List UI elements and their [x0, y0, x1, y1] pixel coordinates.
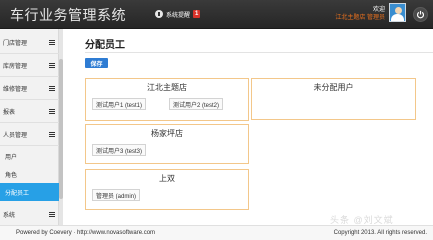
hamburger-icon: [49, 211, 55, 217]
welcome-block: 欢迎 江北主题店 管理员: [335, 6, 385, 22]
sidebar-subitem-roles[interactable]: 角色: [0, 165, 59, 183]
sidebar-item-repair[interactable]: 维修管理: [0, 78, 59, 100]
sidebar-subitem-label: 用户: [5, 154, 18, 161]
group-name: 未分配用户: [313, 83, 354, 92]
current-user[interactable]: 江北主题店 管理员: [335, 14, 385, 22]
sidebar-item-warehouse[interactable]: 库房管理: [0, 55, 59, 77]
info-icon: [155, 10, 163, 18]
welcome-text: 欢迎: [372, 7, 385, 13]
group-unassigned[interactable]: 未分配用户: [251, 78, 416, 120]
hamburger-icon: [49, 109, 55, 114]
sidebar: 门店管理 库房管理 维修管理 报表 人员管理 用户 角色 分配员工 系统: [0, 29, 59, 225]
hamburger-icon: [49, 63, 55, 68]
notify-count-badge: 1: [193, 10, 201, 18]
sidebar-item-label: 人员管理: [3, 133, 28, 139]
sidebar-item-personnel[interactable]: 人员管理: [0, 124, 59, 146]
member-chip[interactable]: 测试用户2 (test2): [169, 98, 224, 110]
member-chip[interactable]: 管理员 (admin): [92, 189, 141, 201]
sidebar-subitem-assign-staff[interactable]: 分配员工: [0, 183, 59, 201]
member-chip[interactable]: 测试用户1 (test1): [92, 98, 147, 110]
footer-powered-by: Powered by Coevery · http://www.novasoft…: [16, 230, 156, 236]
group-jiangbei[interactable]: 江北主题店 测试用户1 (test1) 测试用户2 (test2): [85, 78, 249, 121]
sidebar-scrollbar[interactable]: [59, 29, 63, 225]
sidebar-item-label: 门店管理: [3, 41, 28, 47]
group-yangjiaping[interactable]: 杨家坪店 测试用户3 (test3): [85, 124, 249, 164]
page-title: 分配员工: [85, 40, 125, 51]
sidebar-item-reports[interactable]: 报表: [0, 101, 59, 123]
footer-copyright: Copyright 2013. All rights reserved.: [333, 230, 427, 236]
sidebar-subitem-users[interactable]: 用户: [0, 147, 59, 165]
member-chip[interactable]: 测试用户3 (test3): [92, 144, 147, 156]
notify-label: 系统提醒: [166, 12, 191, 19]
group-name: 上双: [159, 174, 175, 183]
main-content: 分配员工 保存 江北主题店 测试用户1 (test1) 测试用户2 (test2…: [64, 29, 433, 225]
user-avatar-icon[interactable]: [389, 3, 406, 22]
top-header: 车行业务管理系统 系统提醒 1 欢迎 江北主题店 管理员: [0, 0, 433, 29]
hamburger-icon: [49, 40, 55, 45]
sidebar-item-label: 维修管理: [3, 87, 28, 93]
group-name: 江北主题店: [147, 83, 187, 92]
sidebar-item-system[interactable]: 系统: [0, 203, 59, 225]
sidebar-item-label: 系统: [3, 212, 16, 219]
power-icon[interactable]: [413, 7, 428, 22]
hamburger-icon: [49, 86, 55, 91]
system-notify[interactable]: 系统提醒 1: [155, 7, 201, 21]
app-title: 车行业务管理系统: [10, 8, 126, 24]
sidebar-subitem-label: 分配员工: [5, 190, 30, 197]
sidebar-item-label: 库房管理: [3, 64, 28, 70]
save-button[interactable]: 保存: [85, 58, 108, 68]
title-divider: [85, 52, 433, 53]
hamburger-icon: [49, 132, 55, 137]
sidebar-subitem-label: 角色: [5, 172, 18, 179]
sidebar-item-label: 报表: [3, 110, 16, 116]
sidebar-item-store[interactable]: 门店管理: [0, 32, 59, 54]
group-name: 杨家坪店: [151, 129, 183, 138]
footer: Powered by Coevery · http://www.novasoft…: [0, 225, 433, 240]
scrollbar-thumb[interactable]: [59, 59, 63, 199]
group-shangshuang[interactable]: 上双 管理员 (admin): [85, 169, 249, 210]
